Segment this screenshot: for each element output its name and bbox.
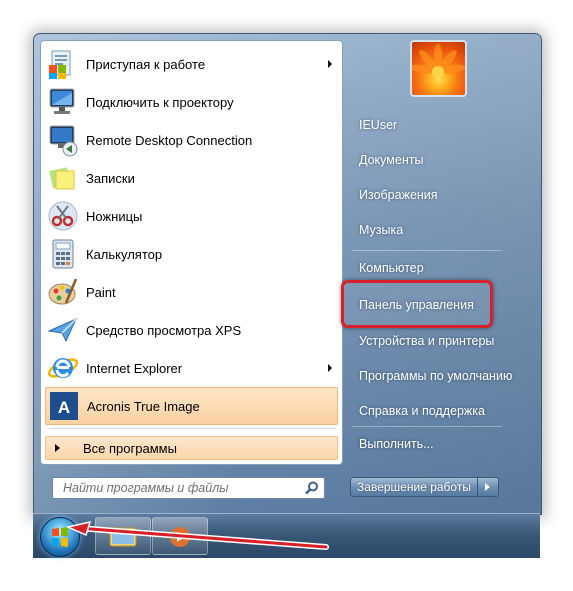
all-programs-button[interactable]: Все программы [45, 436, 338, 460]
program-internet-explorer[interactable]: Internet Explorer [45, 350, 338, 386]
all-programs-label: Все программы [83, 440, 177, 456]
internet-explorer-icon [46, 351, 80, 385]
right-item-run[interactable]: Выполнить... [359, 437, 434, 451]
search-box[interactable] [52, 477, 325, 499]
program-acronis-true-image[interactable]: A Acronis True Image [45, 387, 338, 425]
svg-text:A: A [58, 398, 70, 417]
calculator-icon [46, 237, 80, 271]
annotation-arrow [65, 520, 329, 550]
program-remote-desktop[interactable]: Remote Desktop Connection [45, 122, 338, 158]
submenu-arrow-icon [328, 60, 332, 68]
program-label: Acronis True Image [87, 398, 200, 414]
remote-desktop-icon [46, 123, 80, 157]
search-icon[interactable] [304, 480, 320, 496]
program-sticky-notes[interactable]: Записки [45, 160, 338, 196]
program-calculator[interactable]: Калькулятор [45, 236, 338, 272]
program-xps-viewer[interactable]: Средство просмотра XPS [45, 312, 338, 348]
programs-pane: Приступая к работе Подключить к проектор… [40, 40, 343, 465]
search-input[interactable] [61, 480, 305, 496]
right-item-computer[interactable]: Компьютер [359, 261, 424, 275]
program-label: Подключить к проектору [86, 94, 234, 110]
scissors-icon [46, 199, 80, 233]
program-label: Remote Desktop Connection [86, 132, 253, 148]
program-label: Ножницы [86, 208, 143, 224]
separator [49, 428, 336, 429]
right-item-user[interactable]: IEUser [359, 118, 397, 132]
expand-arrow-icon [55, 444, 60, 452]
sticky-notes-icon [46, 161, 80, 195]
separator [352, 426, 502, 427]
xps-viewer-icon [46, 313, 80, 347]
shutdown-options-arrow-icon[interactable] [478, 477, 499, 497]
right-item-pictures[interactable]: Изображения [359, 188, 438, 202]
separator [352, 250, 502, 251]
right-item-help-support[interactable]: Справка и поддержка [359, 404, 485, 418]
right-item-default-programs[interactable]: Программы по умолчанию [359, 369, 512, 383]
paint-palette-icon [46, 275, 80, 309]
program-label: Средство просмотра XPS [86, 322, 242, 338]
program-label: Приступая к работе [86, 56, 206, 72]
program-label: Калькулятор [86, 246, 163, 262]
getting-started-icon [46, 47, 80, 81]
program-snipping-tool[interactable]: Ножницы [45, 198, 338, 234]
user-avatar[interactable] [410, 40, 467, 97]
program-getting-started[interactable]: Приступая к работе [45, 46, 338, 82]
projector-icon [46, 85, 80, 119]
program-label: Internet Explorer [86, 360, 183, 376]
right-item-control-panel[interactable]: Панель управления [359, 298, 474, 312]
right-item-music[interactable]: Музыка [359, 223, 403, 237]
program-connect-projector[interactable]: Подключить к проектору [45, 84, 338, 120]
program-paint[interactable]: Paint [45, 274, 338, 310]
submenu-arrow-icon [328, 364, 332, 372]
right-item-devices-printers[interactable]: Устройства и принтеры [359, 334, 494, 348]
acronis-icon: A [47, 389, 81, 423]
right-item-documents[interactable]: Документы [359, 153, 423, 167]
program-label: Paint [86, 284, 116, 300]
program-label: Записки [86, 170, 135, 186]
shutdown-button[interactable]: Завершение работы [350, 477, 478, 497]
